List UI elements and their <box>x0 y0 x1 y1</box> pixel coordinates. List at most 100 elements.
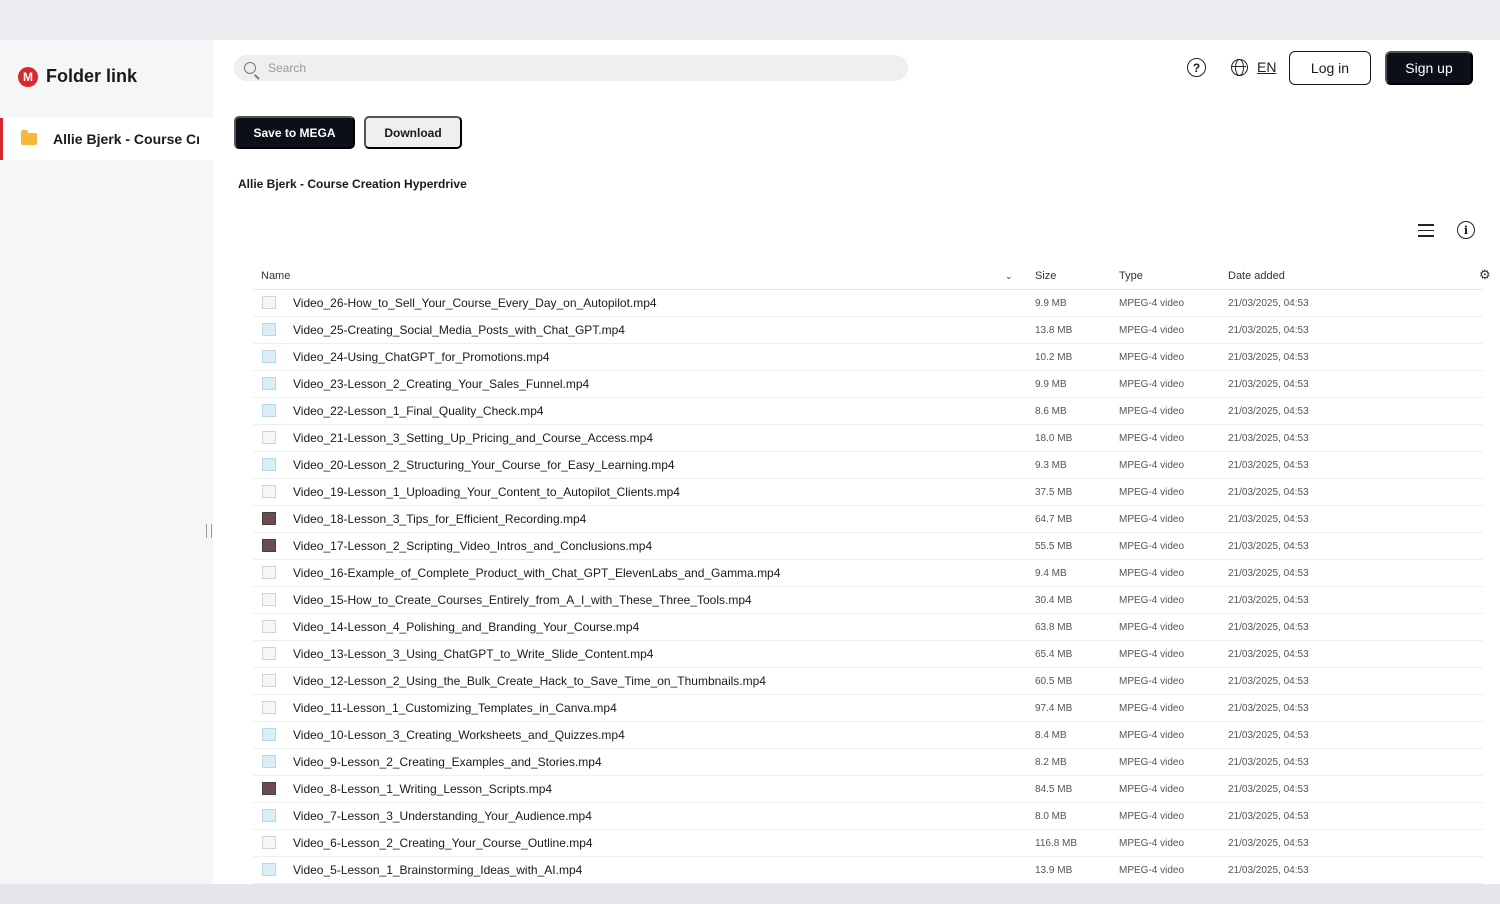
bottom-bar <box>0 884 1500 904</box>
file-date: 21/03/2025, 04:53 <box>1228 865 1309 876</box>
search-icon <box>244 62 256 74</box>
help-icon[interactable]: ? <box>1187 58 1206 77</box>
video-thumbnail-icon <box>262 296 276 309</box>
table-row[interactable]: Video_10-Lesson_3_Creating_Worksheets_an… <box>253 722 1483 749</box>
file-name: Video_26-How_to_Sell_Your_Course_Every_D… <box>293 296 657 310</box>
table-row[interactable]: Video_14-Lesson_4_Polishing_and_Branding… <box>253 614 1483 641</box>
file-size: 30.4 MB <box>1035 595 1073 606</box>
file-size: 8.4 MB <box>1035 730 1067 741</box>
table-row[interactable]: Video_6-Lesson_2_Creating_Your_Course_Ou… <box>253 830 1483 857</box>
save-to-mega-button[interactable]: Save to MEGA <box>234 116 355 149</box>
video-thumbnail-icon <box>262 728 276 741</box>
signup-button[interactable]: Sign up <box>1385 51 1473 85</box>
file-type: MPEG-4 video <box>1119 460 1185 471</box>
file-size: 10.2 MB <box>1035 352 1073 363</box>
download-button[interactable]: Download <box>364 116 462 149</box>
column-header-date[interactable]: Date added <box>1228 270 1285 282</box>
file-size: 9.9 MB <box>1035 379 1067 390</box>
file-size: 60.5 MB <box>1035 676 1073 687</box>
sidebar-folder-label: Allie Bjerk - Course Creation Hyperdrive <box>53 131 199 147</box>
file-type: MPEG-4 video <box>1119 406 1185 417</box>
file-size: 13.8 MB <box>1035 325 1073 336</box>
search-bar[interactable] <box>234 55 908 81</box>
browser-top-bar <box>0 0 1500 40</box>
column-settings-icon[interactable]: ⚙ <box>1479 267 1491 283</box>
file-date: 21/03/2025, 04:53 <box>1228 649 1309 660</box>
sidebar-folder-item[interactable]: Allie Bjerk - Course Creation Hyperdrive <box>0 118 213 160</box>
video-thumbnail-icon <box>262 404 276 417</box>
file-type: MPEG-4 video <box>1119 433 1185 444</box>
table-row[interactable]: Video_18-Lesson_3_Tips_for_Efficient_Rec… <box>253 506 1483 533</box>
file-date: 21/03/2025, 04:53 <box>1228 379 1309 390</box>
table-row[interactable]: Video_17-Lesson_2_Scripting_Video_Intros… <box>253 533 1483 560</box>
info-icon[interactable]: i <box>1457 221 1475 239</box>
file-type: MPEG-4 video <box>1119 838 1185 849</box>
column-header-size[interactable]: Size <box>1035 270 1056 282</box>
file-size: 18.0 MB <box>1035 433 1073 444</box>
file-date: 21/03/2025, 04:53 <box>1228 784 1309 795</box>
list-view-icon[interactable] <box>1418 224 1434 237</box>
language-selector[interactable]: EN <box>1257 59 1276 75</box>
login-button[interactable]: Log in <box>1289 51 1371 85</box>
sort-down-icon[interactable]: ⌄ <box>1005 271 1013 282</box>
file-date: 21/03/2025, 04:53 <box>1228 433 1309 444</box>
file-size: 63.8 MB <box>1035 622 1073 633</box>
logo[interactable]: M Folder link <box>18 66 137 87</box>
table-row[interactable]: Video_7-Lesson_3_Understanding_Your_Audi… <box>253 803 1483 830</box>
app-window: M Folder link Allie Bjerk - Course Creat… <box>0 40 1500 884</box>
search-input[interactable] <box>268 61 868 75</box>
file-date: 21/03/2025, 04:53 <box>1228 703 1309 714</box>
file-type: MPEG-4 video <box>1119 649 1185 660</box>
table-row[interactable]: Video_21-Lesson_3_Setting_Up_Pricing_and… <box>253 425 1483 452</box>
file-type: MPEG-4 video <box>1119 811 1185 822</box>
file-date: 21/03/2025, 04:53 <box>1228 487 1309 498</box>
table-row[interactable]: Video_19-Lesson_1_Uploading_Your_Content… <box>253 479 1483 506</box>
table-row[interactable]: Video_11-Lesson_1_Customizing_Templates_… <box>253 695 1483 722</box>
file-name: Video_20-Lesson_2_Structuring_Your_Cours… <box>293 458 675 472</box>
video-thumbnail-icon <box>262 809 276 822</box>
table-header: Name ⌄ Size Type Date added <box>253 262 1483 290</box>
table-row[interactable]: Video_20-Lesson_2_Structuring_Your_Cours… <box>253 452 1483 479</box>
table-row[interactable]: Video_22-Lesson_1_Final_Quality_Check.mp… <box>253 398 1483 425</box>
file-date: 21/03/2025, 04:53 <box>1228 352 1309 363</box>
logo-text: Folder link <box>46 66 138 86</box>
breadcrumb: Allie Bjerk - Course Creation Hyperdrive <box>238 177 467 191</box>
video-thumbnail-icon <box>262 350 276 363</box>
file-date: 21/03/2025, 04:53 <box>1228 325 1309 336</box>
table-row[interactable]: Video_9-Lesson_2_Creating_Examples_and_S… <box>253 749 1483 776</box>
file-size: 9.4 MB <box>1035 568 1067 579</box>
mega-logo-icon: M <box>18 66 38 87</box>
file-size: 84.5 MB <box>1035 784 1073 795</box>
file-name: Video_9-Lesson_2_Creating_Examples_and_S… <box>293 755 602 769</box>
table-row[interactable]: Video_25-Creating_Social_Media_Posts_wit… <box>253 317 1483 344</box>
video-thumbnail-icon <box>262 377 276 390</box>
table-row[interactable]: Video_5-Lesson_1_Brainstorming_Ideas_wit… <box>253 857 1483 884</box>
table-row[interactable]: Video_24-Using_ChatGPT_for_Promotions.mp… <box>253 344 1483 371</box>
video-thumbnail-icon <box>262 647 276 660</box>
table-row[interactable]: Video_8-Lesson_1_Writing_Lesson_Scripts.… <box>253 776 1483 803</box>
video-thumbnail-icon <box>262 539 276 552</box>
file-type: MPEG-4 video <box>1119 730 1185 741</box>
file-date: 21/03/2025, 04:53 <box>1228 811 1309 822</box>
file-name: Video_11-Lesson_1_Customizing_Templates_… <box>293 701 617 715</box>
table-row[interactable]: Video_23-Lesson_2_Creating_Your_Sales_Fu… <box>253 371 1483 398</box>
column-header-type[interactable]: Type <box>1119 270 1143 282</box>
file-date: 21/03/2025, 04:53 <box>1228 568 1309 579</box>
file-date: 21/03/2025, 04:53 <box>1228 676 1309 687</box>
file-date: 21/03/2025, 04:53 <box>1228 595 1309 606</box>
table-row[interactable]: Video_26-How_to_Sell_Your_Course_Every_D… <box>253 290 1483 317</box>
file-name: Video_19-Lesson_1_Uploading_Your_Content… <box>293 485 680 499</box>
table-row[interactable]: Video_15-How_to_Create_Courses_Entirely_… <box>253 587 1483 614</box>
video-thumbnail-icon <box>262 431 276 444</box>
table-row[interactable]: Video_13-Lesson_3_Using_ChatGPT_to_Write… <box>253 641 1483 668</box>
globe-icon[interactable] <box>1231 59 1248 76</box>
video-thumbnail-icon <box>262 458 276 471</box>
sidebar-resize-handle[interactable] <box>206 524 212 538</box>
file-type: MPEG-4 video <box>1119 541 1185 552</box>
table-row[interactable]: Video_16-Example_of_Complete_Product_wit… <box>253 560 1483 587</box>
file-name: Video_7-Lesson_3_Understanding_Your_Audi… <box>293 809 592 823</box>
file-name: Video_14-Lesson_4_Polishing_and_Branding… <box>293 620 640 634</box>
file-date: 21/03/2025, 04:53 <box>1228 460 1309 471</box>
column-header-name[interactable]: Name <box>261 270 290 282</box>
table-row[interactable]: Video_12-Lesson_2_Using_the_Bulk_Create_… <box>253 668 1483 695</box>
